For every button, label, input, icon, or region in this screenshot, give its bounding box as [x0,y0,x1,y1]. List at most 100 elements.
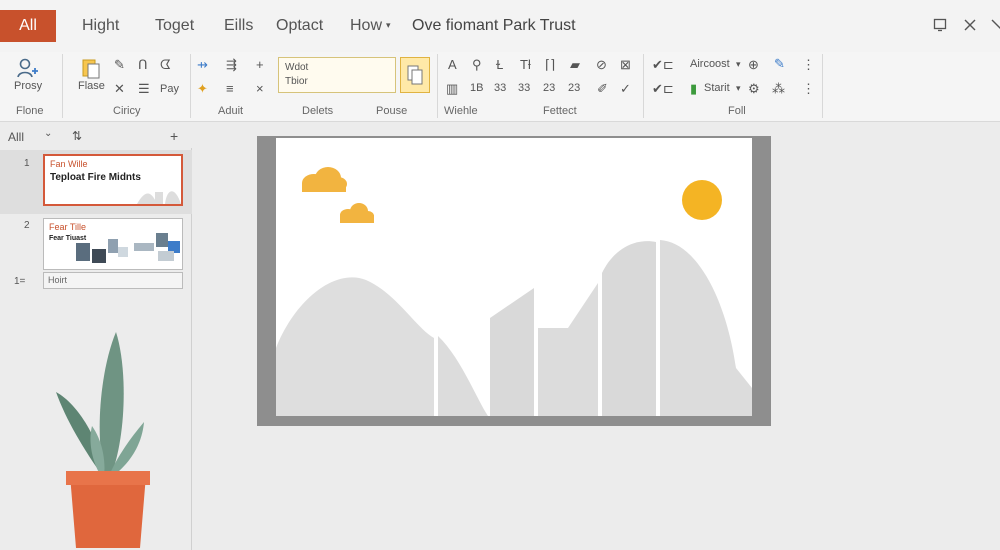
tab-toget[interactable]: Toget [155,17,194,35]
flase-button[interactable]: Flase [78,56,105,92]
aircoost-button[interactable]: Aircoost [690,58,730,70]
outline-item[interactable]: Hoirt [43,272,183,289]
checklist-icon[interactable]: ✔⊏ [652,58,674,72]
flase-label: Flase [78,80,105,92]
size-value-3[interactable]: 33 [518,82,530,94]
ribbon-divider [643,54,644,118]
paragraph-icon[interactable]: ≡ [226,82,234,96]
tab-how[interactable]: How ▾ [350,17,391,35]
chevron-down-icon[interactable]: ▾ [736,81,741,95]
list-icon[interactable]: ☰ [138,82,150,96]
text-dir-icon[interactable]: ⌈⌉ [545,58,555,72]
tab-label: How [350,17,383,34]
paste-button[interactable] [400,57,430,93]
tab-eills[interactable]: Eills [224,17,253,35]
format-icon[interactable]: ᗧ [160,58,171,72]
tab-all-label: All [19,17,37,34]
tab-all[interactable]: All [0,10,56,42]
chevron-down-icon[interactable]: ▾ [736,57,741,71]
shape-icon[interactable]: ▰ [570,58,580,72]
text-box-line1: Wdot [285,62,309,73]
close-icon[interactable] [990,18,1000,32]
tab-bar: All Hight Toget Eills Optact How ▾ Ove fi… [0,0,1000,52]
more-icon[interactable]: ⋮ [802,82,815,96]
slide-illustration [276,167,752,416]
settings-icon[interactable]: ⚙ [748,82,760,96]
pay-button[interactable]: Pay [160,83,179,95]
group-label-pouse: Pouse [376,105,408,117]
grid-icon[interactable]: ⁂ [772,82,785,96]
proxy-label: Prosy [14,80,43,92]
thumb-title: Teploat Fire Midnts [50,172,141,183]
checklist-icon[interactable]: ✔⊏ [652,82,674,96]
more-icon[interactable]: ⋮ [802,58,815,72]
link-icon[interactable]: ⊘ [596,58,607,72]
sun-shape [682,180,722,220]
user-add-icon [17,58,39,78]
size-value-2[interactable]: 33 [494,82,506,94]
starit-button[interactable]: Starit [704,82,730,94]
mountain-shape [276,277,434,416]
text-preview-box[interactable]: Wdot Tbior [278,57,396,93]
cut-icon[interactable]: ✕ [114,82,125,96]
tab-label: Optact [276,17,324,34]
font-icon[interactable]: A [448,58,457,72]
plant-illustration [56,332,150,548]
text-box-line2: Tbior [285,76,308,87]
group-label-fettect: Fettect [543,105,577,117]
clipboard-icon [82,59,100,79]
indent-icon[interactable]: ⇶ [226,58,237,72]
slide-panel-toolbar: Alll ⌄ ⇅ + [0,124,190,148]
pencil-icon[interactable]: ✐ [597,82,608,96]
chart-icon[interactable]: ▮ [690,82,697,96]
size-value-5[interactable]: 23 [568,82,580,94]
chevron-down-icon[interactable]: ⌄ [44,128,52,139]
mountain-shape [660,240,752,416]
cloud-2 [340,203,374,223]
mountain-graphic [137,191,181,204]
thumb-subtitle: Fan Wille [50,159,88,169]
mountain-shape [438,336,488,416]
text-size-icon[interactable]: Tƚ [520,58,531,72]
plus-icon[interactable]: + [256,58,264,72]
close-window-icon[interactable] [963,18,977,32]
group-label-delets: Delets [302,105,334,117]
group-label-foll: Foll [728,105,746,117]
proxy-button[interactable]: Prosy [14,56,42,92]
building-shape [538,283,598,416]
ribbon-divider [822,54,823,118]
ribbon-divider [437,54,438,118]
tab-label: Hight [82,17,120,34]
view-all-button[interactable]: Alll [8,130,24,144]
size-value-4[interactable]: 23 [543,82,555,94]
check-icon[interactable]: ✓ [620,82,631,96]
chevron-down-icon: ▾ [386,20,391,31]
sort-icon[interactable]: ⇅ [72,129,82,143]
group-label-flone: Flone [16,105,44,117]
tab-label: Toget [155,17,195,34]
table-icon[interactable]: ▥ [446,82,458,96]
brush-icon[interactable]: ᑎ [138,58,148,72]
text-style-icon[interactable]: Ɫ [496,58,503,72]
add-slide-icon[interactable]: + [170,128,178,144]
tab-optact[interactable]: Optact [276,17,323,35]
edit-link-icon[interactable]: ✎ [774,57,785,71]
slide-canvas[interactable] [276,138,752,416]
search-icon[interactable]: ⚲ [472,58,482,72]
align-icon[interactable]: ⇸ [197,58,208,72]
restore-window-icon[interactable] [933,18,947,32]
pen-icon[interactable]: ✎ [114,58,125,72]
close-small-icon[interactable]: × [256,82,264,96]
slide-thumbnail-1[interactable]: Fan Wille Teploat Fire Midnts [43,154,183,206]
slide-thumbnail-2[interactable]: Fear Tille Fear Tiuast [43,218,183,270]
clear-icon[interactable]: ⊠ [620,58,631,72]
highlight-icon[interactable]: ✦ [197,82,208,96]
slide-number: 2 [24,220,30,231]
slide-number: 1 [24,158,30,169]
building-shape [490,288,534,416]
tab-hight[interactable]: Hight [82,17,119,35]
size-value-1[interactable]: 1B [470,82,483,94]
group-label-aduit: Aduit [218,105,244,117]
outline-item-label: Hoirt [48,275,68,285]
globe-icon[interactable]: ⊕ [748,58,759,72]
